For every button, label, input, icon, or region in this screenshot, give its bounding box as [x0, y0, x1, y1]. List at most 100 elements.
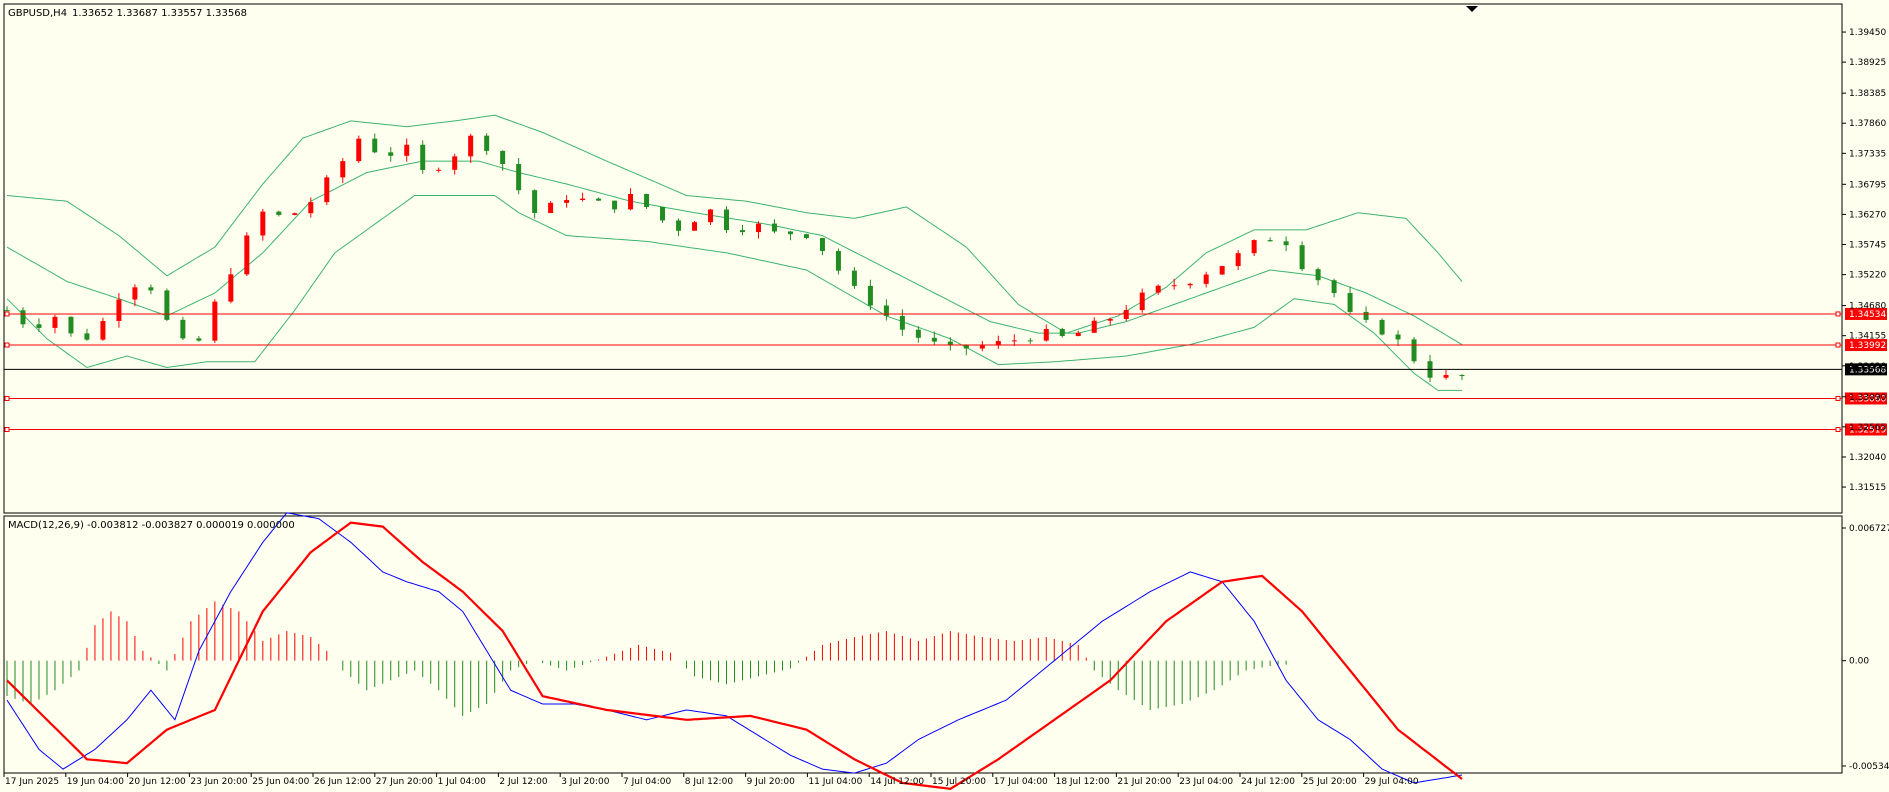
level-handle-left[interactable]: [4, 426, 10, 432]
candle-body: [68, 316, 74, 334]
level-handle-left[interactable]: [4, 395, 10, 401]
candle-body: [1331, 280, 1337, 294]
candle-body: [116, 299, 122, 322]
candle-body: [628, 193, 634, 210]
macd-tick-label: 0.00: [1849, 657, 1869, 667]
candle-body: [771, 223, 777, 232]
price-tick-label: 1.38925: [1849, 58, 1886, 68]
candle-body: [404, 144, 410, 156]
time-tick-label: 11 Jul 04:00: [808, 777, 862, 787]
candle-body: [500, 150, 506, 164]
time-tick-label: 17 Jun 2025: [5, 777, 59, 787]
candle-body: [724, 209, 730, 231]
candle-body: [819, 238, 825, 252]
symbol-label: GBPUSD,H4: [8, 8, 67, 19]
price-tick-label: 1.33630: [1849, 362, 1886, 372]
level-handle-left[interactable]: [4, 311, 10, 317]
candle-body: [899, 315, 905, 330]
candle-body: [516, 163, 522, 191]
candle-body: [1251, 240, 1257, 254]
candle-body: [244, 235, 250, 275]
time-tick-label: 26 Jun 12:00: [314, 777, 371, 787]
candle-body: [867, 285, 873, 306]
time-tick-label: 7 Jul 04:00: [623, 777, 672, 787]
price-tick-label: 1.32565: [1849, 423, 1886, 433]
time-tick-label: 2 Jul 12:00: [499, 777, 548, 787]
candle-body: [1091, 320, 1097, 333]
candle-body: [340, 161, 346, 178]
candle-body: [276, 211, 282, 215]
candle-body: [851, 270, 857, 286]
time-tick-label: 15 Jul 20:00: [932, 777, 986, 787]
macd-tick-label: -0.005342: [1849, 762, 1889, 772]
candle-body: [676, 220, 682, 231]
candle-body: [132, 287, 138, 300]
candle-body: [148, 287, 154, 291]
candle-body: [100, 321, 106, 340]
candle-body: [1395, 334, 1401, 340]
candle-body: [1107, 318, 1113, 321]
candle-body: [1059, 328, 1065, 337]
trading-chart[interactable]: 1.345341.339921.330601.325191.33568 1.39…: [0, 0, 1889, 792]
candle-body: [1363, 311, 1369, 320]
candle-body: [947, 341, 953, 345]
candle-body: [1011, 340, 1017, 342]
candle-body: [787, 231, 793, 235]
candle-body: [1203, 274, 1209, 284]
candle-body: [532, 190, 538, 214]
candle-body: [1219, 266, 1225, 275]
candle-body: [580, 198, 586, 201]
time-tick-label: 8 Jul 12:00: [685, 777, 734, 787]
candle-body: [1139, 292, 1145, 311]
candle-body: [1043, 328, 1049, 341]
candle-body: [196, 338, 202, 341]
candle-body: [84, 333, 90, 340]
candle-body: [1235, 253, 1241, 267]
time-tick-label: 14 Jul 12:00: [870, 777, 924, 787]
candle-body: [484, 135, 490, 151]
price-tick-label: 1.32040: [1849, 453, 1886, 463]
time-tick-label: 1 Jul 04:00: [438, 777, 487, 787]
candle-body: [452, 156, 458, 170]
candle-body: [20, 310, 26, 325]
candle-body: [1459, 375, 1465, 377]
price-tick-label: 1.37860: [1849, 119, 1886, 129]
level-handle-right[interactable]: [1835, 342, 1841, 348]
price-tick-label: 1.36270: [1849, 210, 1886, 220]
candle-body: [52, 316, 58, 328]
level-handle-right[interactable]: [1835, 311, 1841, 317]
candle-body: [1267, 240, 1273, 242]
level-handle-left[interactable]: [4, 342, 10, 348]
candle-body: [420, 144, 426, 170]
candle-body: [548, 202, 554, 214]
level-handle-right[interactable]: [1835, 426, 1841, 432]
candle-body: [164, 290, 170, 320]
price-tick-label: 1.34680: [1849, 302, 1886, 312]
candle-body: [692, 222, 698, 231]
candle-body: [1411, 339, 1417, 362]
candle-body: [1299, 245, 1305, 270]
price-tick-label: 1.35745: [1849, 241, 1886, 251]
candle-body: [468, 135, 474, 157]
candle-body: [755, 223, 761, 233]
price-level-tag-text: 1.33992: [1849, 341, 1886, 351]
candle-body: [803, 234, 809, 239]
candle-body: [644, 193, 650, 208]
time-tick-label: 25 Jun 04:00: [252, 777, 309, 787]
candle-body: [388, 152, 394, 156]
candle-body: [1123, 310, 1129, 319]
candle-body: [612, 200, 618, 210]
candle-body: [1075, 332, 1081, 337]
candle-body: [228, 274, 234, 302]
candle-body: [1171, 285, 1177, 287]
candle-body: [212, 301, 218, 341]
quote-label: 1.33652 1.33687 1.33557 1.33568: [72, 8, 247, 19]
macd-tick-label: 0.006727: [1849, 524, 1889, 534]
candle-body: [308, 202, 314, 214]
price-tick-label: 1.34155: [1849, 332, 1886, 342]
candle-body: [1027, 340, 1033, 342]
price-tick-label: 1.38385: [1849, 89, 1886, 99]
candle-body: [931, 337, 937, 342]
level-handle-right[interactable]: [1835, 395, 1841, 401]
candle-body: [36, 324, 42, 328]
